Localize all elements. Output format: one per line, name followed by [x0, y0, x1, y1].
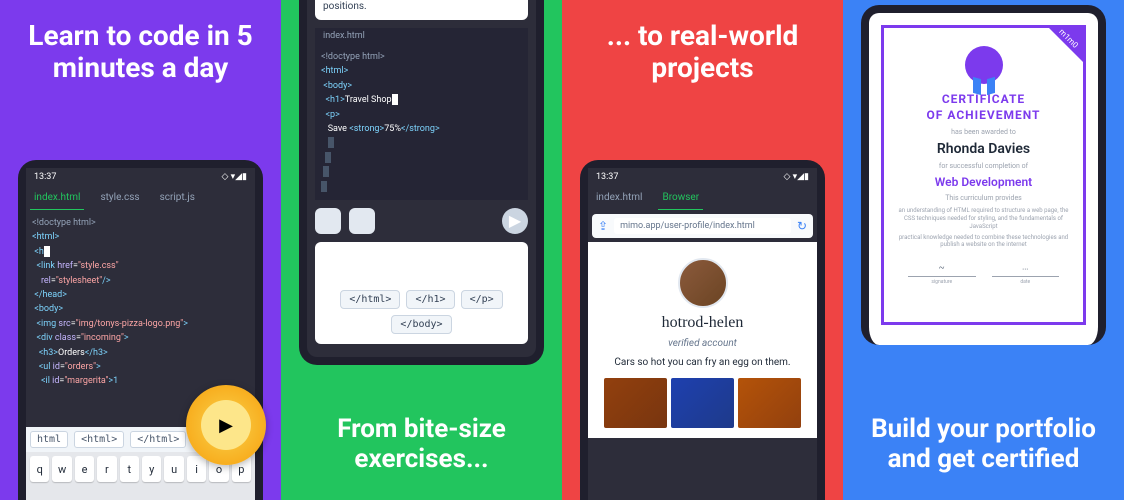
text-cursor — [44, 246, 50, 257]
chip-p[interactable]: </p> — [461, 290, 503, 309]
status-time: 13:37 — [34, 172, 56, 182]
headline-1: Learn to code in 5 minutes a day — [0, 0, 281, 84]
tab-style[interactable]: style.css — [96, 186, 143, 210]
key-u[interactable]: u — [164, 456, 183, 482]
code-editor-2[interactable]: <!doctype html> <html> <body> <h1>Travel… — [315, 44, 528, 200]
sig-right: ···date — [984, 265, 1068, 287]
status-bar: 13:37 ◇ ▾◢▮ — [26, 168, 255, 186]
thumbnail-row — [598, 378, 807, 428]
redo-button[interactable] — [349, 208, 375, 234]
profile-page: hotrod-helen verified account Cars so ho… — [588, 242, 817, 438]
reload-icon[interactable]: ↻ — [797, 219, 807, 233]
cert-tiny1: an understanding of HTML required to str… — [894, 207, 1073, 230]
thumb-1[interactable] — [604, 378, 667, 428]
headline-3: ... to real-world projects — [562, 0, 843, 84]
chip-h1[interactable]: </h1> — [406, 290, 454, 309]
panel-learn: Learn to code in 5 minutes a day 13:37 ◇ … — [0, 0, 281, 500]
panel-exercises: positions. index.html <!doctype html> <h… — [281, 0, 562, 500]
chips-area: </html> </h1> </p> </body> — [315, 242, 528, 344]
tab-index[interactable]: index.html — [30, 186, 84, 210]
tab-script[interactable]: script.js — [156, 186, 199, 210]
hint-2[interactable]: <html> — [74, 431, 124, 448]
browser-bar: ⇪ mimo.app/user-profile/index.html ↻ — [592, 214, 813, 238]
panel-projects: ... to real-world projects 13:37 ◇ ▾◢▮ in… — [562, 0, 843, 500]
cert-tiny2: practical knowledge needed to combine th… — [894, 234, 1073, 250]
certificate: m1m0 CERTIFICATE OF ACHIEVEMENT has been… — [881, 25, 1086, 325]
undo-button[interactable] — [315, 208, 341, 234]
status-time-3: 13:37 — [596, 172, 618, 182]
status-icons-3: ◇ ▾◢▮ — [783, 172, 809, 182]
medal-icon — [965, 46, 1003, 84]
cert-course: Web Development — [894, 175, 1073, 189]
avatar — [678, 258, 728, 308]
key-q[interactable]: q — [30, 456, 49, 482]
cert-name: Rhonda Davies — [894, 141, 1073, 157]
signature-row: ~signature ···date — [894, 263, 1073, 287]
status-bar-3: 13:37 ◇ ▾◢▮ — [588, 168, 817, 186]
sig-left: ~signature — [900, 263, 984, 287]
filename-label: index.html — [315, 28, 528, 44]
thumb-3[interactable] — [738, 378, 801, 428]
play-award-icon: ▶ — [201, 400, 251, 450]
panel-certified: m1m0 CERTIFICATE OF ACHIEVEMENT has been… — [843, 0, 1124, 500]
url-field[interactable]: mimo.app/user-profile/index.html — [614, 218, 791, 234]
phone-mockup-4: m1m0 CERTIFICATE OF ACHIEVEMENT has been… — [861, 5, 1106, 345]
hint-3[interactable]: </html> — [130, 431, 186, 448]
nav-buttons: ▶ — [307, 200, 536, 242]
key-t[interactable]: t — [120, 456, 139, 482]
code-editor-1[interactable]: <!doctype html> <html> <h <link href="st… — [26, 210, 255, 395]
share-icon[interactable]: ⇪ — [598, 219, 608, 233]
exercise-prompt: positions. — [315, 0, 528, 20]
tagline-4: Build your portfolio and get certified — [843, 415, 1124, 475]
cursor-2 — [392, 94, 398, 105]
run-button[interactable]: ▶ — [502, 208, 528, 234]
editor-tabs: index.html style.css script.js — [26, 186, 255, 210]
cert-sub3: This curriculum provides — [894, 194, 1073, 202]
key-e[interactable]: e — [75, 456, 94, 482]
chip-body[interactable]: </body> — [391, 315, 451, 334]
award-badge: ▶ — [186, 385, 266, 465]
phone-mockup-3: 13:37 ◇ ▾◢▮ index.html Browser ⇪ mimo.app… — [580, 160, 825, 500]
profile-bio: Cars so hot you can fry an egg on them. — [598, 357, 807, 368]
key-y[interactable]: y — [142, 456, 161, 482]
cert-title-1: CERTIFICATE — [894, 92, 1073, 108]
tagline-2: From bite-size exercises... — [281, 415, 562, 475]
key-i[interactable]: i — [187, 456, 206, 482]
cert-sub1: has been awarded to — [894, 128, 1073, 136]
chip-html[interactable]: </html> — [340, 290, 400, 309]
profile-name: hotrod-helen — [598, 314, 807, 332]
phone-mockup-2: positions. index.html <!doctype html> <h… — [299, 0, 544, 365]
profile-verified: verified account — [598, 338, 807, 349]
hint-1[interactable]: html — [30, 431, 68, 448]
key-w[interactable]: w — [52, 456, 71, 482]
key-r[interactable]: r — [97, 456, 116, 482]
cert-title-2: OF ACHIEVEMENT — [894, 108, 1073, 124]
editor-tabs-3: index.html Browser — [588, 186, 817, 210]
tab-index-3[interactable]: index.html — [592, 186, 646, 210]
status-icons: ◇ ▾◢▮ — [221, 172, 247, 182]
thumb-2[interactable] — [671, 378, 734, 428]
cert-sub2: for successful completion of — [894, 162, 1073, 170]
tab-browser[interactable]: Browser — [658, 186, 703, 210]
